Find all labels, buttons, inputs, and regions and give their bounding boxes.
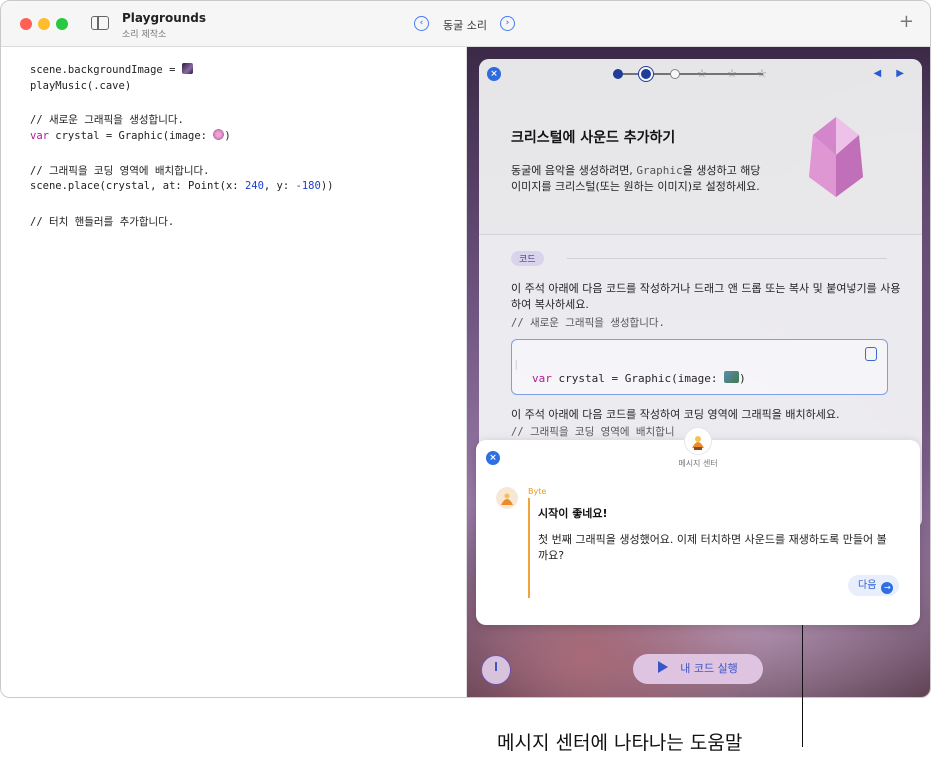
- byte-avatar-icon: [685, 428, 711, 454]
- previous-page-button[interactable]: ‹: [414, 16, 429, 31]
- progress-line: [613, 73, 763, 75]
- code-line[interactable]: playMusic(.cave): [30, 80, 131, 92]
- divider: [567, 258, 887, 259]
- snippet-text: ): [739, 372, 746, 385]
- close-guide-button[interactable]: ×: [487, 67, 501, 81]
- code-comment[interactable]: // 새로운 그래픽을 생성합니다.: [30, 112, 184, 127]
- code-tag: 코드: [511, 251, 544, 266]
- step-star-icon[interactable]: ☆: [697, 67, 707, 80]
- drag-handle-icon[interactable]: ⁝ ⁝: [515, 360, 518, 372]
- crystal-image-thumbnail[interactable]: [213, 129, 225, 140]
- code-text: scene.place(crystal, at: Point(x:: [30, 180, 245, 192]
- message-accent-bar: [528, 498, 530, 598]
- close-window-button[interactable]: [20, 18, 32, 30]
- instruction-comment: // 새로운 그래픽을 생성합니다.: [511, 317, 665, 329]
- guide-intro: 동굴에 음악을 생성하려면, Graphic을 생성하고 해당 이미지를 크리스…: [511, 163, 771, 195]
- code-number: -180: [295, 180, 321, 192]
- snippet-keyword: var: [532, 372, 552, 385]
- code-line[interactable]: scene.backgroundImage =: [30, 63, 193, 76]
- code-text: )): [320, 180, 334, 192]
- intro-text: 동굴에 음악을 생성하려면,: [511, 164, 637, 177]
- app-subtitle: 소리 제작소: [122, 30, 167, 40]
- code-number: 240: [244, 180, 264, 192]
- snippet-code: var crystal = Graphic(image: ): [532, 371, 746, 385]
- instruction-text: 이 주석 아래에 다음 코드를 작성하여 코딩 영역에 그래픽을 배치하세요.: [511, 408, 840, 421]
- title-bar: Playgrounds 소리 제작소 ‹ 동굴 소리 › +: [1, 1, 930, 47]
- intro-code: Graphic: [636, 164, 683, 177]
- step-progress: ☆ ☆ ☆: [613, 67, 773, 80]
- code-line[interactable]: scene.place(crystal, at: Point(x: 240, y…: [30, 180, 333, 192]
- byte-avatar-icon: [496, 487, 518, 509]
- step-star-icon[interactable]: ☆: [757, 67, 767, 80]
- arrow-right-icon: →: [881, 582, 894, 594]
- callout-line: [802, 625, 803, 747]
- code-text: scene.backgroundImage =: [30, 64, 182, 76]
- page-arrows[interactable]: ◀ ▶: [873, 68, 910, 79]
- code-keyword: var: [30, 130, 49, 142]
- copy-icon[interactable]: [865, 347, 877, 361]
- app-title: Playgrounds: [122, 11, 207, 25]
- message-body: 첫 번째 그래픽을 생성했어요. 이제 터치하면 사운드를 재생하도록 만들어 …: [538, 533, 887, 562]
- next-page-button[interactable]: ›: [500, 16, 515, 31]
- message-center-title: 메시지 센터: [678, 459, 718, 468]
- snippet-text: crystal = Graphic(image:: [551, 372, 725, 385]
- zoom-window-button[interactable]: [56, 18, 68, 30]
- code-text: ): [224, 130, 231, 142]
- sidebar-toggle-icon[interactable]: [91, 16, 109, 30]
- step-star-icon[interactable]: ☆: [727, 67, 737, 80]
- code-text: , y:: [263, 180, 296, 192]
- add-button[interactable]: +: [899, 11, 914, 32]
- step-dot-done[interactable]: [613, 69, 623, 79]
- guide-title: 크리스털에 사운드 추가하기: [511, 130, 676, 146]
- run-my-code-button[interactable]: 내 코드 실행: [633, 654, 763, 684]
- code-snippet[interactable]: ⁝ ⁝ var crystal = Graphic(image: ): [511, 339, 888, 395]
- step-dot-current[interactable]: [641, 69, 651, 79]
- message-center: × 메시지 센터 Byte 시작이 좋네요! 첫 번째 그래픽을 생성했어요. …: [476, 428, 920, 625]
- guide-header: × ☆ ☆ ☆ ◀ ▶ 크리스털에 사운드 추가하기 동굴에 음악을 생성하려면…: [479, 59, 922, 235]
- code-comment[interactable]: // 그래픽을 코딩 영역에 배치합니다.: [30, 163, 210, 178]
- run-button-label: 내 코드 실행: [680, 662, 738, 675]
- code-line[interactable]: var crystal = Graphic(image: ): [30, 129, 231, 142]
- next-button-label: 다음: [858, 580, 877, 591]
- message-headline: 시작이 좋네요!: [538, 507, 608, 520]
- code-comment[interactable]: // 터치 핸들러를 추가합니다.: [30, 214, 174, 229]
- step-dot[interactable]: [670, 69, 680, 79]
- crystal-image: [809, 117, 863, 197]
- speed-icon[interactable]: [481, 655, 511, 685]
- instruction-text: 이 주석 아래에 다음 코드를 작성하거나 드래그 앤 드롭 또는 복사 및 붙…: [511, 282, 901, 311]
- minimize-window-button[interactable]: [38, 18, 50, 30]
- play-icon: [658, 661, 669, 673]
- code-text: crystal = Graphic(image:: [48, 130, 214, 142]
- image-literal-thumbnail[interactable]: [724, 371, 740, 383]
- sender-name: Byte: [528, 487, 547, 496]
- next-button[interactable]: 다음 →: [848, 575, 900, 596]
- callout-caption: 메시지 센터에 나타나는 도움말: [497, 732, 743, 754]
- cave-image-thumbnail[interactable]: [181, 63, 193, 74]
- instruction-comment: // 그래픽을 코딩 영역에 배치합니: [511, 426, 675, 438]
- page-name: 동굴 소리: [443, 19, 487, 32]
- code-editor[interactable]: scene.backgroundImage = playMusic(.cave)…: [1, 47, 467, 697]
